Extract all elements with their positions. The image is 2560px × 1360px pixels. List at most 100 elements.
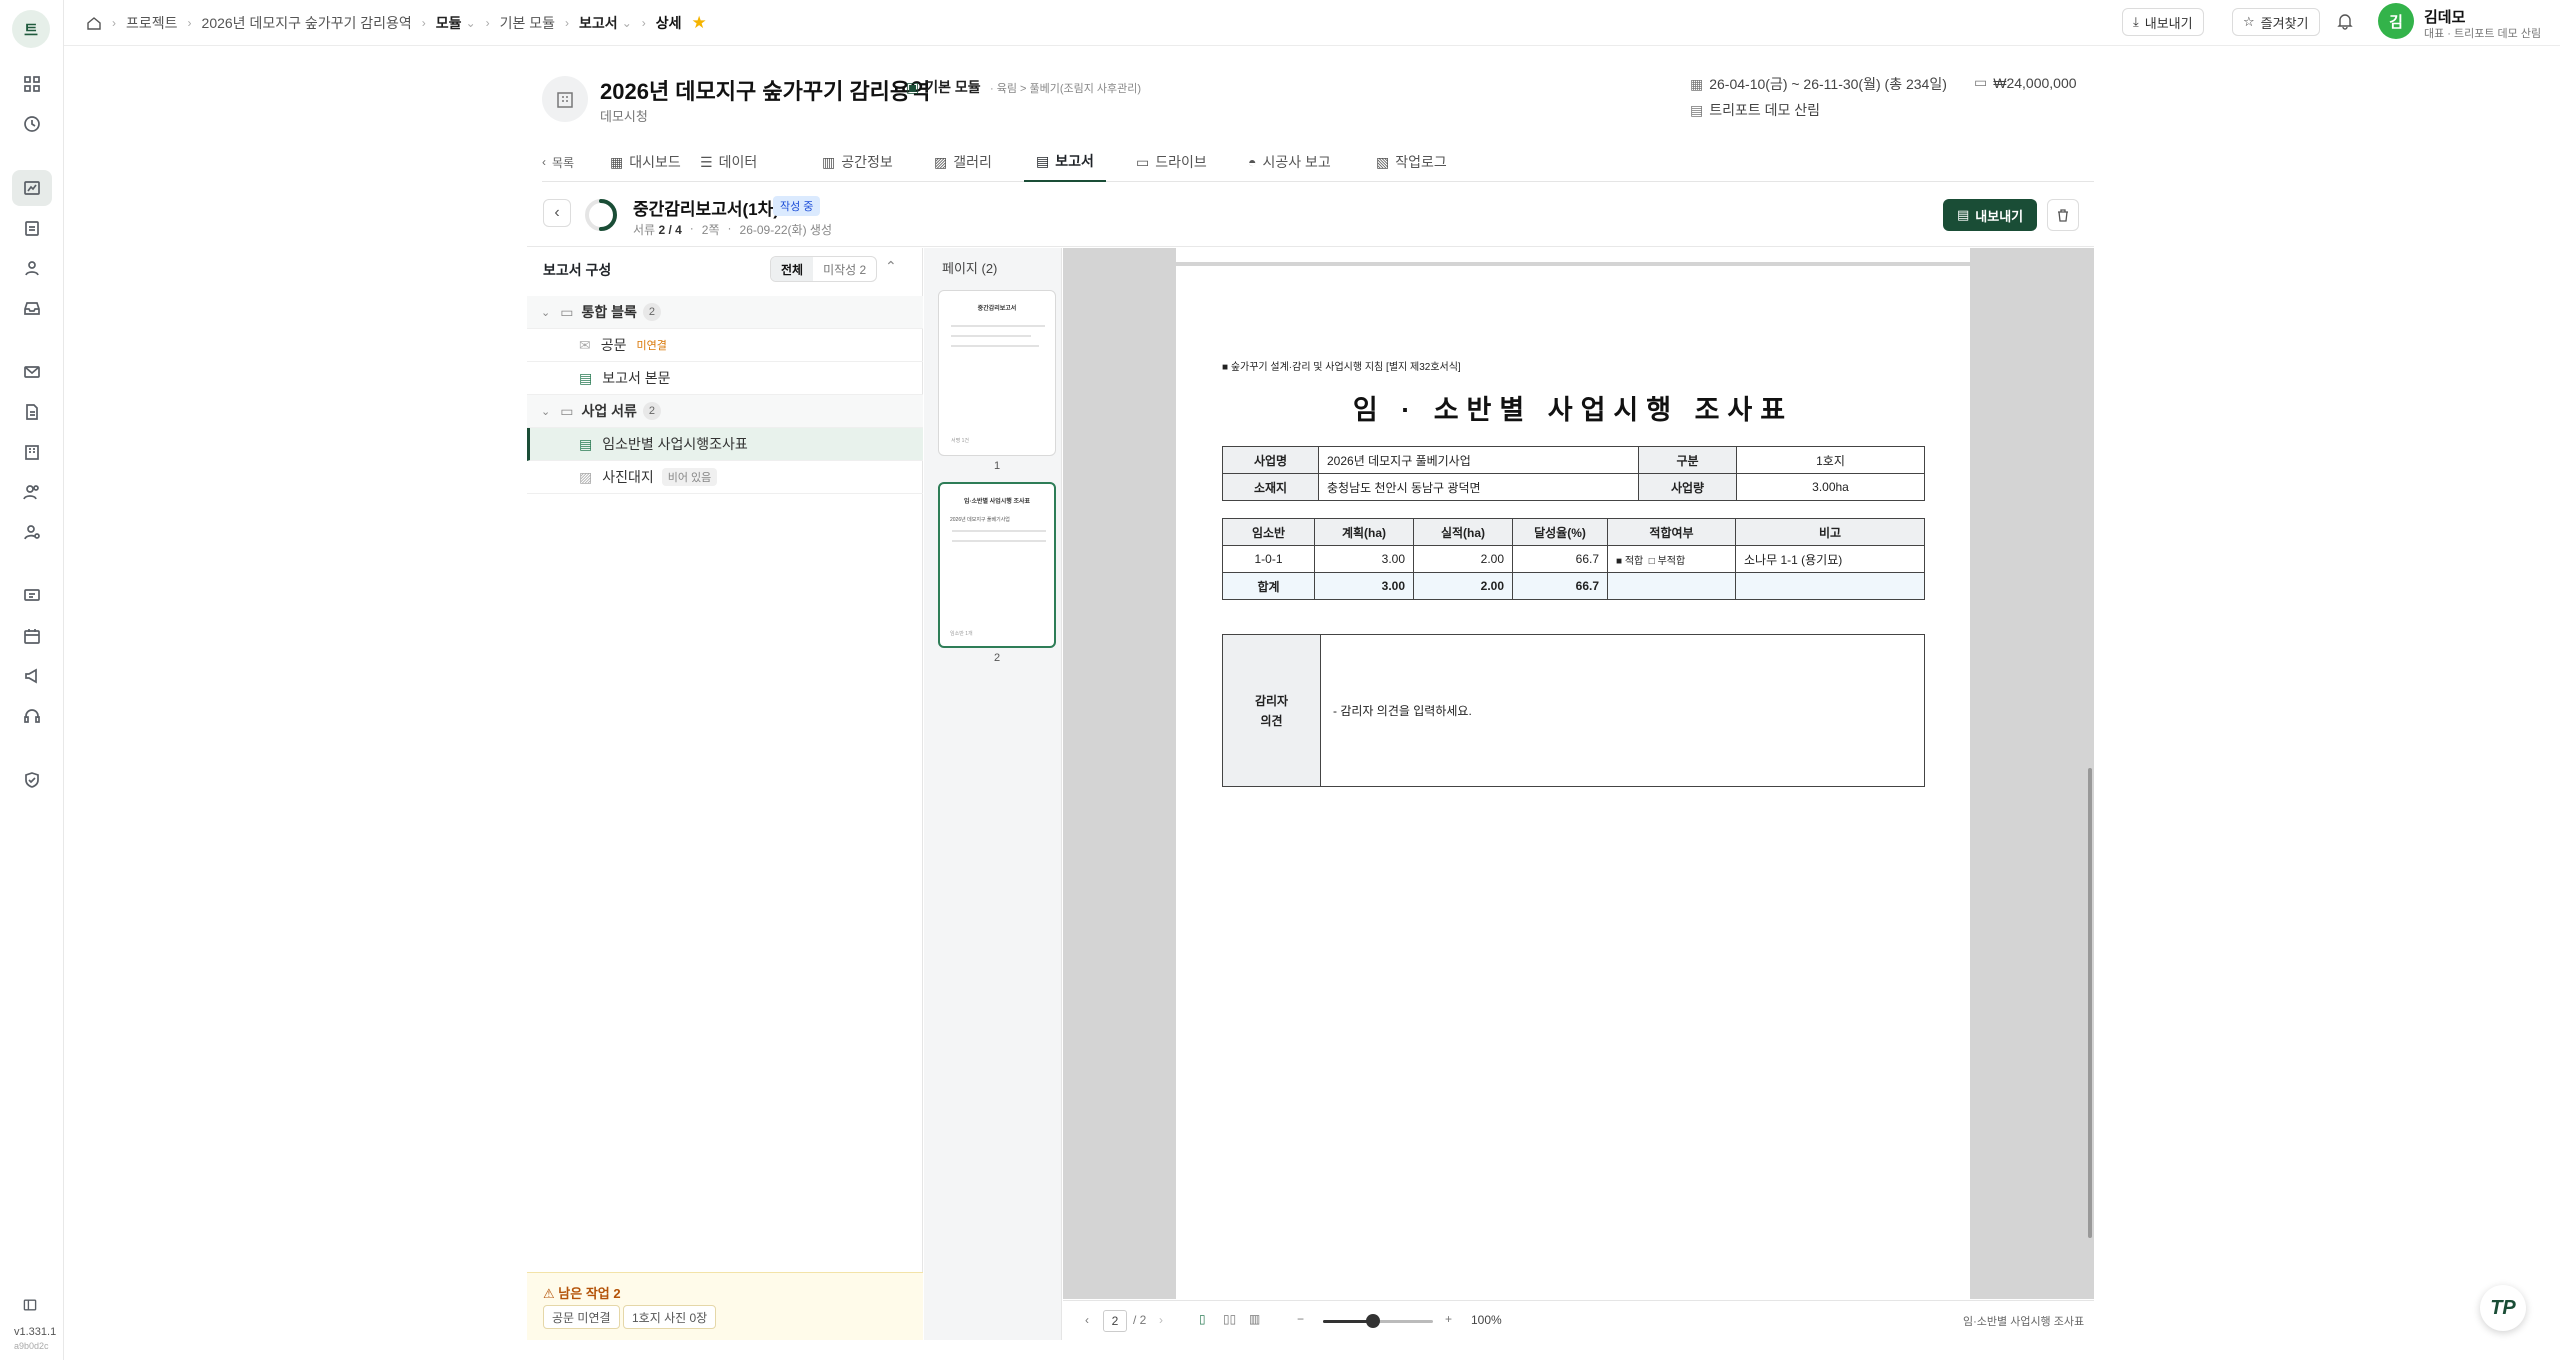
delete-button[interactable] [2047, 199, 2079, 231]
tab-label: 보고서 [1055, 153, 1094, 169]
bell-icon[interactable] [2336, 12, 2354, 35]
star-icon[interactable]: ★ [692, 13, 707, 33]
tab-drive[interactable]: ▭ 드라이브 [1136, 142, 1207, 182]
user-search-icon[interactable] [12, 514, 52, 550]
tab-label: 작업로그 [1395, 154, 1447, 170]
thumb-line [951, 335, 1031, 337]
filter-pending[interactable]: 미작성 2 [813, 257, 876, 281]
prev-page-icon[interactable]: ‹ [1085, 1313, 1089, 1327]
breadcrumb-item[interactable]: 프로젝트 [126, 13, 178, 33]
module-tabs: ‹ 목록 ▦ 대시보드 ☰ 데이터 ▥ 공간정보 ▨ 갤러리 ▤ 보고서 ▭ 드라이브 ◓ 시공… [542, 142, 2094, 182]
users-icon[interactable] [12, 474, 52, 510]
clipboard-icon[interactable] [12, 210, 52, 246]
zoom-out-icon[interactable]: − [1297, 1312, 1304, 1326]
opinion-text-field[interactable]: - 감리자 의견을 입력하세요. [1320, 634, 1925, 787]
chevron-right-icon: › [112, 16, 116, 30]
report-export-button[interactable]: ▤ 내보내기 [1943, 199, 2038, 231]
tree-group-business-docs[interactable]: ⌄ ▭ 사업 서류 2 [527, 395, 923, 428]
grid-icon[interactable] [12, 66, 52, 102]
tree-item-official-letter[interactable]: ✉ 공문 미연결 [527, 329, 923, 362]
export-button[interactable]: ⤓ 내보내기 [2122, 8, 2204, 36]
shield-icon[interactable] [12, 762, 52, 798]
calendar-icon[interactable] [12, 618, 52, 654]
tab-report[interactable]: ▤ 보고서 [1024, 142, 1106, 182]
breadcrumb-item[interactable]: 모듈 [436, 13, 462, 33]
tree-item-photo-sheet[interactable]: ▨ 사진대지 비어 있음 [527, 461, 923, 494]
tree-group-integrated[interactable]: ⌄ ▭ 통합 블록 2 [527, 296, 923, 329]
next-page-icon[interactable]: › [1159, 1313, 1163, 1327]
breadcrumb-item[interactable]: 보고서 [579, 13, 618, 33]
cell[interactable]: 2.00 [1413, 545, 1513, 573]
back-button[interactable]: ‹ [543, 199, 571, 227]
app-version: v1.331.1 [14, 1326, 57, 1338]
task-chip[interactable]: 공문 미연결 [543, 1305, 620, 1329]
tree-item-report-body[interactable]: ▤ 보고서 본문 [527, 362, 923, 395]
cell[interactable]: 3.00 [1314, 545, 1414, 573]
zoom-slider-knob[interactable] [1365, 1314, 1380, 1328]
tab-back-list[interactable]: ‹ 목록 [542, 142, 574, 182]
building-icon[interactable] [12, 434, 52, 470]
avatar[interactable]: 김 [2378, 3, 2414, 39]
tab-spatial[interactable]: ▥ 공간정보 [822, 142, 893, 182]
mail-icon[interactable] [12, 354, 52, 390]
grid-icon: ▦ [610, 153, 624, 170]
home-icon[interactable] [86, 15, 102, 31]
tab-label: 갤러리 [953, 154, 992, 170]
assistant-fab[interactable]: TP [2480, 1285, 2526, 1331]
history-icon[interactable] [12, 106, 52, 142]
item-label: 보고서 본문 [602, 370, 671, 386]
two-page-icon[interactable]: ▯▯ [1223, 1312, 1236, 1326]
top-bar: › 프로젝트 › 2026년 데모지구 숲가꾸기 감리용역 › 모듈 ⌄ › 기본… [64, 0, 2560, 46]
projects-icon[interactable] [12, 170, 52, 206]
module-chip[interactable]: ▣ 기본 모듈 [906, 77, 981, 97]
info-label: 소재지 [1222, 473, 1319, 501]
favorite-button[interactable]: ☆ 즐겨찾기 [2232, 8, 2320, 36]
breadcrumb-item[interactable]: 기본 모듈 [500, 13, 555, 33]
chevron-right-icon: › [565, 16, 570, 30]
info-value[interactable]: 3.00ha [1736, 473, 1925, 501]
info-table: 사업명 2026년 데모지구 풀베기사업 구분 1호지 소재지 충청남도 천안시… [1222, 446, 1925, 501]
cell[interactable]: 소나무 1-1 (용기묘) [1735, 545, 1925, 573]
doc-title: 임 · 소반별 사업시행 조사표 [1352, 395, 1794, 425]
filter-all[interactable]: 전체 [771, 257, 814, 281]
scroll-view-icon[interactable]: ▥ [1249, 1312, 1260, 1326]
report-meta: 서류 2 / 4 · 2쪽 · 26-09-22(화) 생성 [633, 221, 832, 238]
tab-dashboard[interactable]: ▦ 대시보드 [610, 142, 681, 182]
megaphone-icon[interactable] [12, 658, 52, 694]
chevron-down-icon[interactable]: ⌄ [466, 16, 476, 30]
zoom-slider[interactable] [1323, 1314, 1433, 1328]
document-icon[interactable] [12, 394, 52, 430]
viewer-scrollbar[interactable] [2088, 768, 2092, 1238]
page-thumbnail[interactable]: 중간감리보고서 서명 1건 [938, 290, 1056, 456]
tree-item-survey-table[interactable]: ▤ 임소반별 사업시행조사표 [527, 428, 923, 461]
chevron-down-icon[interactable]: ⌄ [622, 16, 632, 30]
zoom-level[interactable]: 100% [1471, 1313, 1502, 1327]
col-header: 실적(ha) [1413, 518, 1513, 546]
suitability-checkboxes[interactable]: ■ 적합 □ 부적합 [1607, 545, 1736, 573]
breadcrumb-item[interactable]: 2026년 데모지구 숲가꾸기 감리용역 [202, 13, 412, 33]
page-thumbnail-selected[interactable]: 임·소반별 사업시행 조사표 2026년 데모지구 풀베기사업 임소반 1개 [938, 482, 1056, 648]
workspace-logo[interactable]: 트 [12, 10, 50, 48]
sidebar-toggle-icon[interactable] [12, 1290, 48, 1320]
info-value[interactable]: 충청남도 천안시 동남구 광덕면 [1318, 473, 1639, 501]
inbox-icon[interactable] [12, 290, 52, 326]
user-check-icon[interactable] [12, 250, 52, 286]
info-value[interactable]: 2026년 데모지구 풀베기사업 [1318, 446, 1639, 474]
page-number-input[interactable]: 2 [1103, 1310, 1127, 1332]
chevron-right-icon: › [641, 16, 646, 30]
collapse-all-icon[interactable]: ⌃ [885, 258, 897, 275]
task-chip[interactable]: 1호지 사진 0장 [623, 1305, 717, 1329]
cell: 3.00 [1314, 572, 1414, 600]
single-page-icon[interactable]: ▯ [1199, 1312, 1206, 1326]
info-value[interactable]: 1호지 [1736, 446, 1925, 474]
item-label: 공문 [600, 337, 627, 353]
tab-data[interactable]: ☰ 데이터 [700, 142, 757, 182]
tab-label: 대시보드 [629, 154, 681, 170]
tab-worklog[interactable]: ▧ 작업로그 [1376, 142, 1447, 182]
zoom-in-icon[interactable]: + [1445, 1312, 1452, 1326]
tab-contractor-report[interactable]: ◓ 시공사 보고 [1248, 142, 1331, 182]
chat-icon[interactable] [12, 578, 52, 614]
cell[interactable]: 1-0-1 [1222, 545, 1315, 573]
headset-icon[interactable] [12, 698, 52, 734]
tab-gallery[interactable]: ▨ 갤러리 [934, 142, 992, 182]
